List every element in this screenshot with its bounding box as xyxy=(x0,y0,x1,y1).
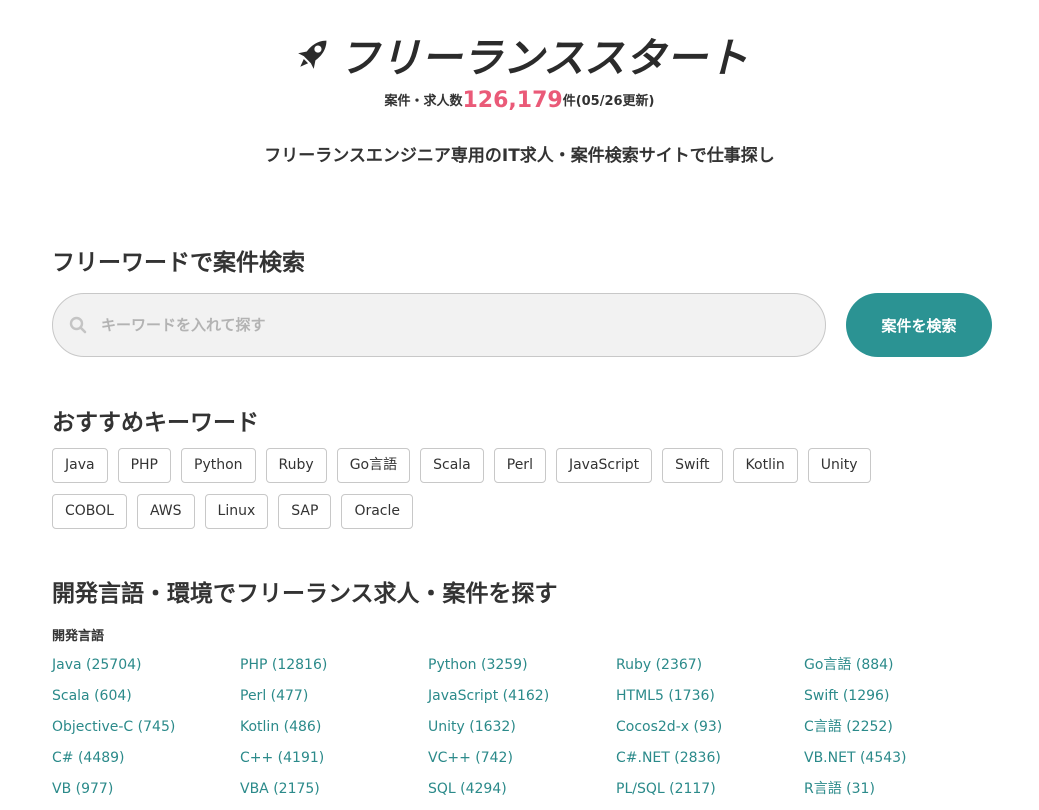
search-input[interactable] xyxy=(101,294,825,356)
keyword-chip[interactable]: SAP xyxy=(278,494,332,529)
keyword-chip[interactable]: PHP xyxy=(117,448,171,483)
logo[interactable]: フリーランススタート xyxy=(0,24,1039,84)
language-link[interactable]: R言語 (31) xyxy=(804,779,992,810)
keyword-chip[interactable]: Linux xyxy=(204,494,269,529)
language-link[interactable]: C#.NET (2836) xyxy=(616,748,804,779)
keywords-section-title: おすすめキーワード xyxy=(52,410,259,436)
language-link[interactable]: Java (25704) xyxy=(52,655,240,686)
stats-prefix: 案件・求人数 xyxy=(384,94,463,109)
language-link[interactable]: HTML5 (1736) xyxy=(616,686,804,717)
language-link[interactable]: C++ (4191) xyxy=(240,748,428,779)
language-link[interactable]: SQL (4294) xyxy=(428,779,616,810)
keyword-chip[interactable]: Python xyxy=(181,448,256,483)
language-link[interactable]: PL/SQL (2117) xyxy=(616,779,804,810)
language-link[interactable]: C言語 (2252) xyxy=(804,717,992,748)
language-link[interactable]: Cocos2d-x (93) xyxy=(616,717,804,748)
stats-suffix: 件(05/26更新) xyxy=(562,94,655,109)
keyword-chip[interactable]: Go言語 xyxy=(336,448,411,483)
job-count: 126,179 xyxy=(462,88,563,113)
language-link[interactable]: JavaScript (4162) xyxy=(428,686,616,717)
language-link[interactable]: C# (4489) xyxy=(52,748,240,779)
keyword-chip[interactable]: Java xyxy=(52,448,108,483)
logo-text: フリーランススタート xyxy=(338,34,749,82)
language-link-grid: Java (25704) PHP (12816) Python (3259) Ruby… xyxy=(52,655,992,810)
search-button[interactable]: 案件を検索 xyxy=(846,293,992,357)
rocket-icon xyxy=(298,40,327,69)
tagline: フリーランスエンジニア専用のIT求人・案件検索サイトで仕事探し xyxy=(264,146,775,166)
keyword-chip[interactable]: Swift xyxy=(662,448,723,483)
language-link[interactable]: PHP (12816) xyxy=(240,655,428,686)
keyword-chip[interactable]: COBOL xyxy=(52,494,127,529)
page: フリーランススタート 案件・求人数126,179件(05/26更新) フリーラン… xyxy=(0,0,1039,810)
language-link[interactable]: Scala (604) xyxy=(52,686,240,717)
language-link[interactable]: Ruby (2367) xyxy=(616,655,804,686)
languages-subtitle: 開発言語 xyxy=(52,629,105,644)
language-link[interactable]: Perl (477) xyxy=(240,686,428,717)
keyword-chip[interactable]: Perl xyxy=(493,448,546,483)
keyword-chip[interactable]: AWS xyxy=(136,494,195,529)
keyword-chip[interactable]: JavaScript xyxy=(555,448,653,483)
language-link[interactable]: Kotlin (486) xyxy=(240,717,428,748)
language-link[interactable]: Objective-C (745) xyxy=(52,717,240,748)
language-link[interactable]: VC++ (742) xyxy=(428,748,616,779)
search-box[interactable] xyxy=(52,293,826,357)
language-link[interactable]: Swift (1296) xyxy=(804,686,992,717)
language-link[interactable]: VBA (2175) xyxy=(240,779,428,810)
keyword-chip-list: Java PHP Python Ruby Go言語 Scala Perl JavaScript… xyxy=(52,448,952,529)
keyword-chip[interactable]: Kotlin xyxy=(732,448,798,483)
languages-section-title: 開発言語・環境でフリーランス求人・案件を探す xyxy=(52,581,558,607)
keyword-chip[interactable]: Oracle xyxy=(341,494,413,529)
language-link[interactable]: Python (3259) xyxy=(428,655,616,686)
keyword-chip[interactable]: Ruby xyxy=(265,448,327,483)
language-link[interactable]: Go言語 (884) xyxy=(804,655,992,686)
job-count-stats: 案件・求人数126,179件(05/26更新) xyxy=(0,88,1039,113)
language-link[interactable]: VB.NET (4543) xyxy=(804,748,992,779)
keyword-chip[interactable]: Scala xyxy=(420,448,484,483)
search-section-title: フリーワードで案件検索 xyxy=(52,250,305,276)
language-link[interactable]: Unity (1632) xyxy=(428,717,616,748)
language-link[interactable]: VB (977) xyxy=(52,779,240,810)
search-icon xyxy=(69,316,87,334)
keyword-chip[interactable]: Unity xyxy=(807,448,871,483)
